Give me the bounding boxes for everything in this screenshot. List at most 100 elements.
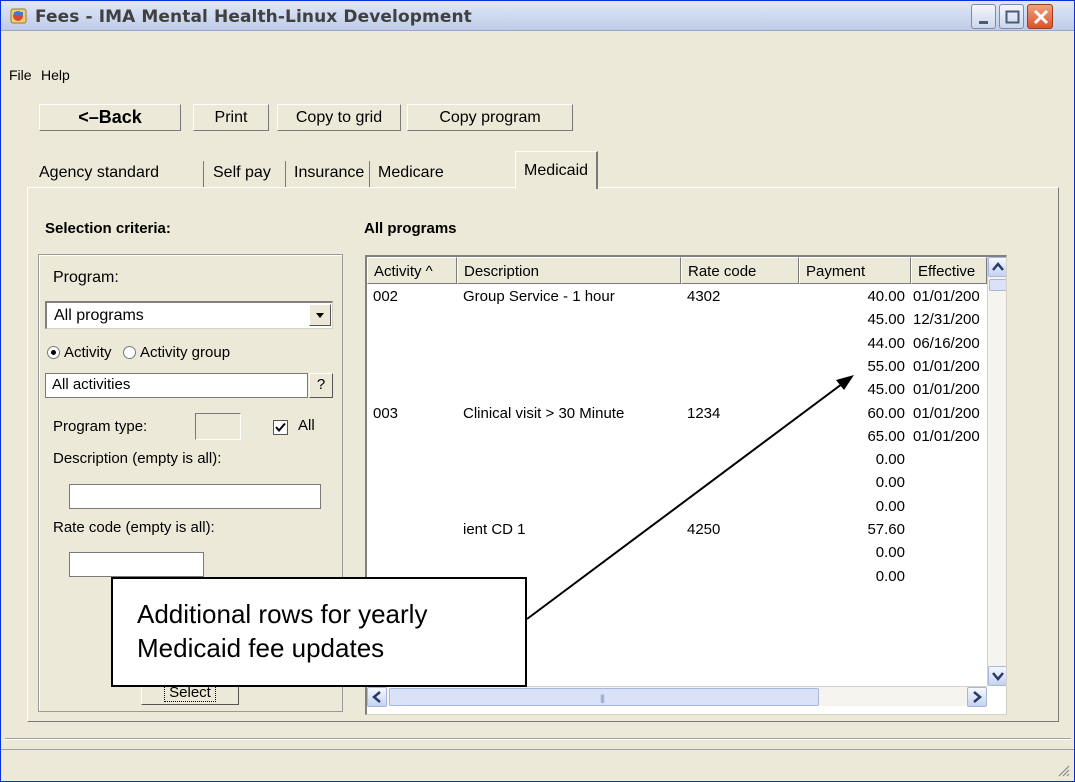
scroll-down-button[interactable]: [988, 666, 1006, 686]
scroll-right-button[interactable]: [967, 687, 987, 707]
activity-radio[interactable]: [47, 346, 60, 359]
cell-payment: 40.00: [867, 288, 905, 305]
program-label: Program:: [53, 269, 119, 286]
activity-radio-label: Activity: [64, 344, 112, 361]
resize-grip-icon[interactable]: [1056, 763, 1070, 777]
table-row[interactable]: 0.00: [367, 449, 987, 475]
cell-activity: 003: [373, 404, 399, 422]
chevron-down-icon: [316, 313, 324, 318]
table-row[interactable]: 0.00: [367, 472, 987, 498]
close-icon: [1033, 9, 1049, 25]
cell-payment: 45.00: [867, 381, 905, 399]
copy-program-button[interactable]: Copy program: [407, 104, 573, 131]
menu-help[interactable]: Help: [41, 67, 70, 83]
table-row[interactable]: 44.00 06/16/200: [367, 333, 987, 359]
description-filter-input[interactable]: [69, 484, 321, 509]
column-header-payment[interactable]: Payment: [799, 257, 911, 284]
cell-effective: 12/31/200: [913, 311, 980, 329]
application-window: Fees - IMA Mental Health-Linux Developme…: [0, 0, 1075, 782]
cell-effective: 06/16/200: [913, 334, 980, 352]
cell-payment: 0.00: [875, 544, 905, 562]
tab-agency-standard[interactable]: Agency standard: [35, 159, 163, 187]
annotation-line-2: Medicaid fee updates: [137, 633, 385, 663]
title-bar[interactable]: Fees - IMA Mental Health-Linux Developme…: [1, 1, 1074, 31]
grip-icon: |||: [600, 693, 605, 703]
activity-group-radio[interactable]: [123, 346, 136, 359]
minimize-icon: [979, 21, 988, 24]
menu-file[interactable]: File: [9, 67, 32, 83]
status-divider: [5, 738, 1071, 740]
cell-payment: 0.00: [875, 567, 905, 585]
copy-to-grid-button[interactable]: Copy to grid: [277, 104, 401, 131]
program-dropdown[interactable]: All programs: [45, 301, 333, 329]
horizontal-scroll-thumb[interactable]: |||: [389, 688, 819, 706]
app-icon: [10, 8, 27, 24]
cell-payment: 0.00: [875, 451, 905, 469]
activities-lookup-button[interactable]: ?: [309, 373, 333, 398]
tab-medicaid[interactable]: Medicaid: [515, 151, 599, 189]
vertical-scroll-thumb[interactable]: [989, 279, 1006, 291]
cell-payment: 55.00: [867, 357, 905, 375]
tab-medicare[interactable]: Medicare: [374, 159, 448, 187]
cell-payment: 0.00: [875, 497, 905, 515]
activities-input[interactable]: All activities: [45, 373, 308, 398]
all-checkbox[interactable]: [273, 420, 288, 435]
tab-insurance[interactable]: Insurance: [290, 159, 368, 187]
cell-payment: 44.00: [867, 334, 905, 352]
activity-group-radio-label: Activity group: [140, 344, 231, 361]
minimize-button[interactable]: [971, 4, 996, 29]
checkmark-icon: [275, 422, 286, 433]
status-bar: [1, 749, 1074, 781]
tab-divider: [203, 161, 204, 187]
program-type-field[interactable]: [195, 413, 241, 440]
table-row[interactable]: 0.00: [367, 496, 987, 522]
table-row[interactable]: 55.00 01/01/200: [367, 356, 987, 382]
all-checkbox-label: All: [298, 417, 315, 434]
table-row[interactable]: 45.00 01/01/200: [367, 379, 987, 405]
annotation-callout: Additional rows for yearly Medicaid fee …: [111, 577, 527, 687]
selection-criteria-heading: Selection criteria:: [45, 220, 171, 237]
table-row[interactable]: 002 Group Service - 1 hour 4302 40.00 01/01/…: [367, 286, 987, 312]
close-button[interactable]: [1027, 4, 1053, 29]
rate-code-filter-label: Rate code (empty is all):: [53, 519, 215, 536]
cell-rate-code: 1234: [687, 404, 721, 422]
annotation-text: Additional rows for yearly Medicaid fee …: [137, 597, 517, 665]
maximize-icon: [1005, 10, 1020, 24]
horizontal-scrollbar[interactable]: |||: [367, 686, 987, 707]
cell-description: Group Service - 1 hour: [463, 288, 615, 305]
cell-rate-code: 4250: [687, 521, 721, 538]
cell-effective: 01/01/200: [913, 404, 980, 422]
column-header-effective[interactable]: Effective: [911, 257, 987, 284]
cell-payment: 57.60: [867, 521, 905, 538]
table-row[interactable]: 45.00 12/31/200: [367, 309, 987, 335]
vertical-scrollbar[interactable]: [987, 257, 1006, 686]
scroll-up-button[interactable]: [988, 257, 1006, 277]
dropdown-arrow-button[interactable]: [309, 304, 331, 326]
back-button[interactable]: <–Back: [39, 104, 181, 131]
maximize-button[interactable]: [999, 4, 1024, 29]
scroll-left-button[interactable]: [367, 687, 387, 707]
cell-effective: 01/01/200: [913, 427, 980, 445]
cell-description: ient CD 1: [463, 521, 526, 538]
cell-payment: 60.00: [867, 404, 905, 422]
column-header-description[interactable]: Description: [457, 257, 681, 284]
menu-bar: File Help: [1, 63, 1074, 89]
cell-rate-code: 4302: [687, 288, 721, 305]
table-row[interactable]: ient CD 1 4250 57.60: [367, 519, 987, 545]
cell-description: Clinical visit > 30 Minute: [463, 404, 625, 422]
table-row[interactable]: 003 Clinical visit > 30 Minute 1234 60.00 01…: [367, 403, 987, 429]
description-filter-label: Description (empty is all):: [53, 450, 222, 467]
cell-payment: 45.00: [867, 311, 905, 329]
table-row[interactable]: 65.00 01/01/200: [367, 426, 987, 452]
print-button[interactable]: Print: [193, 104, 269, 131]
column-header-activity[interactable]: Activity ^: [367, 257, 457, 284]
cell-effective: 01/01/200: [913, 357, 980, 375]
tab-divider: [369, 161, 370, 187]
tab-self-pay[interactable]: Self pay: [209, 159, 275, 187]
column-header-rate-code[interactable]: Rate code: [681, 257, 799, 284]
table-row[interactable]: 0.00: [367, 542, 987, 568]
rate-code-filter-input[interactable]: [69, 552, 204, 577]
cell-payment: 65.00: [867, 427, 905, 445]
grid-header: Activity ^ Description Rate code Payment…: [367, 257, 987, 284]
chevron-right-icon: [973, 691, 982, 703]
